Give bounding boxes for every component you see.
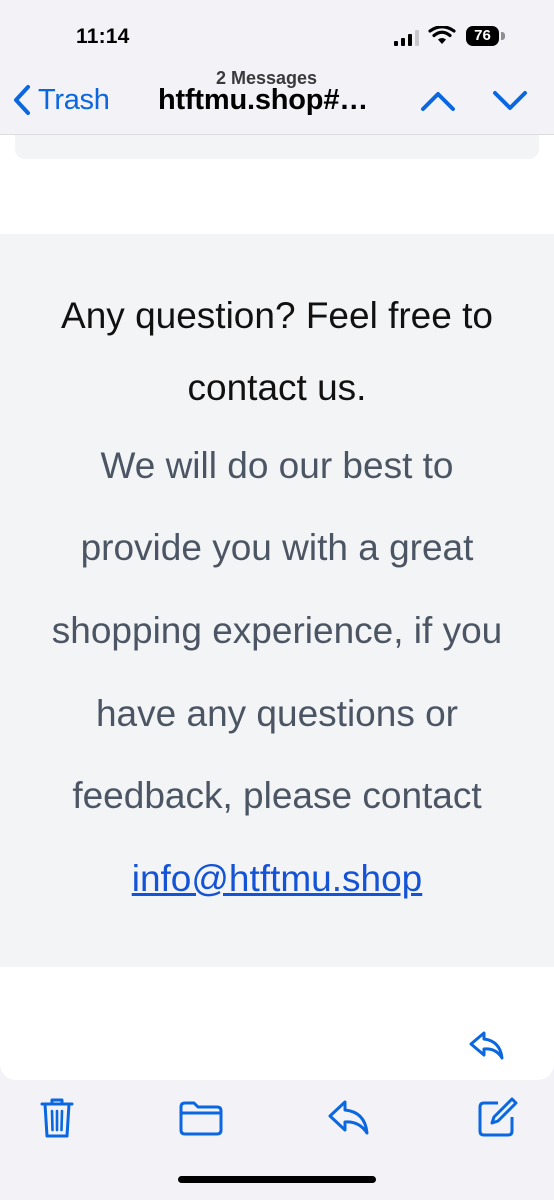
- nav-bar: Trash 2 Messages htftmu.shop#…: [0, 62, 554, 135]
- body-line-5: feedback, please contact: [72, 775, 482, 816]
- chevron-left-icon: [14, 85, 30, 115]
- home-indicator[interactable]: [178, 1176, 376, 1183]
- email-body: Any question? Feel free to contact us. W…: [0, 135, 554, 1080]
- move-button[interactable]: [178, 1095, 224, 1141]
- trash-icon: [40, 1098, 74, 1138]
- compose-icon: [478, 1097, 518, 1137]
- contact-heading-line2: contact us.: [187, 367, 367, 408]
- email-link[interactable]: info@htftmu.shop: [132, 858, 423, 899]
- chevron-up-icon[interactable]: [418, 86, 458, 116]
- folder-icon: [179, 1101, 223, 1136]
- compose-button[interactable]: [474, 1095, 520, 1141]
- battery-level: 76: [466, 26, 499, 46]
- delete-button[interactable]: [34, 1095, 80, 1141]
- cellular-signal-icon: [394, 30, 419, 46]
- status-bar: 11:14 76: [0, 0, 554, 62]
- email-header-box: [15, 135, 539, 159]
- body-line-2: provide you with a great: [80, 527, 474, 568]
- body-line-3: shopping experience, if you: [51, 610, 503, 651]
- contact-heading-line1: Any question? Feel free to: [61, 295, 493, 336]
- thread-subject: htftmu.shop#…: [158, 84, 369, 116]
- body-line-1: We will do our best to: [100, 445, 454, 486]
- chevron-down-icon[interactable]: [490, 86, 530, 116]
- battery-icon: 76: [466, 26, 506, 46]
- contact-section: Any question? Feel free to contact us. W…: [0, 234, 554, 967]
- back-label: Trash: [38, 83, 110, 116]
- wifi-icon: [428, 26, 456, 44]
- body-line-4: have any questions or: [95, 693, 458, 734]
- reply-icon: [328, 1100, 369, 1135]
- reply-icon[interactable]: [468, 1030, 506, 1062]
- back-button[interactable]: Trash: [12, 80, 110, 120]
- reply-button[interactable]: [326, 1095, 372, 1141]
- status-time: 11:14: [76, 25, 130, 48]
